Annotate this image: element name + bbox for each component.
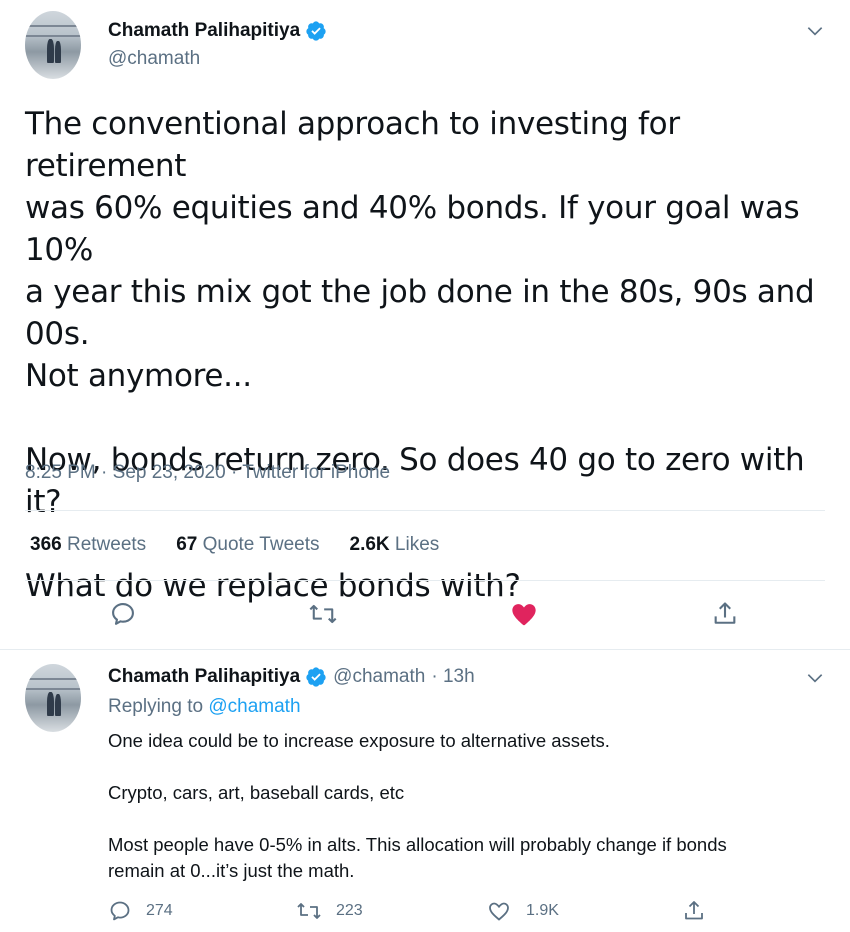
tweet-paragraph: The conventional approach to investing f… <box>25 106 815 394</box>
like-button[interactable] <box>508 598 540 630</box>
reply-reply-button[interactable]: 274 <box>108 899 173 923</box>
reply-retweet-button[interactable]: 223 <box>296 899 363 923</box>
retweet-count: 223 <box>336 902 363 919</box>
reply-author-row: Chamath Palihapitiya @chamath · 13h <box>108 666 475 688</box>
author-name-row[interactable]: Chamath Palihapitiya <box>108 20 327 42</box>
reply-paragraph: Most people have 0-5% in alts. This allo… <box>108 834 727 881</box>
reply-text: One idea could be to increase exposure t… <box>108 728 828 884</box>
engagement-stats: 366 Retweets 67 Quote Tweets 2.6K Likes <box>30 534 469 556</box>
main-tweet: Chamath Palihapitiya @chamath The conven… <box>0 0 850 650</box>
reply-icon <box>110 901 130 921</box>
heart-filled-icon <box>512 604 536 626</box>
verified-badge-icon <box>306 21 326 41</box>
replying-to: Replying to @chamath <box>108 696 301 717</box>
author-handle[interactable]: @chamath <box>108 48 200 69</box>
tweet-actions <box>0 596 850 636</box>
author-display-name[interactable]: Chamath Palihapitiya <box>108 20 300 42</box>
reply-count: 274 <box>146 902 173 919</box>
retweets-stat[interactable]: 366 Retweets <box>30 534 146 556</box>
reply-author-handle[interactable]: @chamath <box>333 666 425 688</box>
like-count: 1.9K <box>526 902 559 919</box>
avatar[interactable] <box>25 664 81 732</box>
avatar[interactable] <box>25 11 81 79</box>
chevron-down-icon[interactable] <box>805 668 825 688</box>
share-icon <box>714 602 736 624</box>
reply-icon <box>112 603 134 625</box>
likes-stat[interactable]: 2.6K Likes <box>350 534 440 556</box>
reply-button[interactable] <box>107 598 139 630</box>
retweet-button[interactable] <box>307 598 339 630</box>
reply-like-button[interactable]: 1.9K <box>486 899 559 923</box>
divider <box>25 510 825 511</box>
chevron-down-icon[interactable] <box>805 21 825 41</box>
tweet-timestamp[interactable]: 8:25 PM · Sep 23, 2020 · Twitter for iPh… <box>25 462 390 484</box>
share-button[interactable] <box>709 598 741 630</box>
heart-outline-icon <box>489 902 509 921</box>
reply-paragraph: Crypto, cars, art, baseball cards, etc <box>108 782 405 803</box>
verified-badge-icon <box>306 667 326 687</box>
tweet-text: The conventional approach to investing f… <box>25 103 835 607</box>
reply-paragraph: One idea could be to increase exposure t… <box>108 730 610 751</box>
quote-tweets-stat[interactable]: 67 Quote Tweets <box>176 534 319 556</box>
reply-share-button[interactable] <box>682 899 720 923</box>
reply-author-display-name[interactable]: Chamath Palihapitiya <box>108 666 300 688</box>
share-icon <box>685 901 703 920</box>
divider <box>25 580 825 581</box>
reply-timestamp[interactable]: · 13h <box>431 666 474 688</box>
retweet-icon <box>297 903 321 919</box>
reply-tweet[interactable]: Chamath Palihapitiya @chamath · 13h Repl… <box>0 651 850 932</box>
retweet-icon <box>309 604 337 624</box>
reply-actions: 274 223 1.9K <box>0 899 850 929</box>
replying-to-mention-link[interactable]: @chamath <box>208 696 300 717</box>
